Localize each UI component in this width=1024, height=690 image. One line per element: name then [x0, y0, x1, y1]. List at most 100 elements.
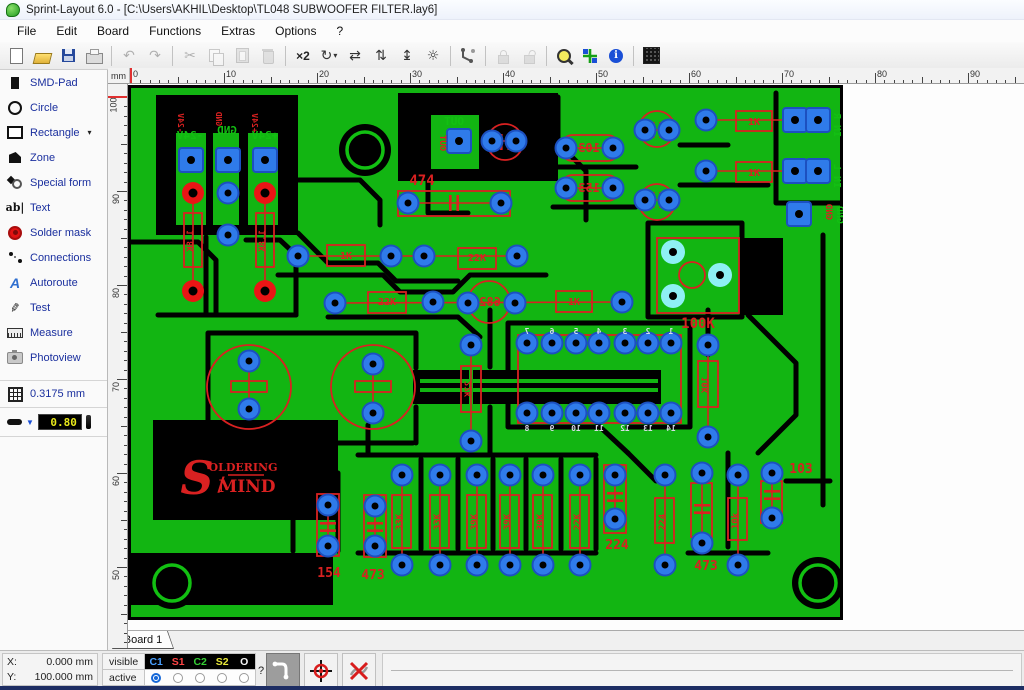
layer-s1-toggle[interactable]: S1 [167, 656, 189, 668]
toolbar-new-button[interactable] [4, 45, 28, 67]
app-icon [6, 3, 20, 17]
svg-text:39K: 39K [536, 513, 546, 530]
toolbar-unlock-button[interactable] [517, 45, 541, 67]
ruler-position-indicator [130, 68, 132, 83]
origin-button[interactable] [304, 653, 338, 688]
toolbar-delete-button[interactable] [256, 45, 280, 67]
layer-c1-radio[interactable] [151, 673, 161, 683]
toolbar-mirror-h-button[interactable]: ⇄ [343, 45, 367, 67]
svg-text:22K: 22K [464, 381, 474, 398]
toolbar-lock-button[interactable] [491, 45, 515, 67]
menu-bar: FileEditBoardFunctionsExtrasOptions? [0, 20, 1024, 42]
toolbar-separator [485, 46, 486, 66]
pcb-board[interactable]: -24VGND+24V-24VGND+24VOUTOUT4741031531K1… [128, 85, 843, 620]
dropdown-arrow-icon[interactable]: ▾ [333, 51, 337, 60]
redo-icon: ↷ [149, 48, 161, 64]
menu-functions[interactable]: Functions [140, 22, 210, 40]
x-label: X: [7, 655, 17, 670]
layers-help-link[interactable]: ? [258, 665, 264, 677]
tool-special-form[interactable]: Special form [0, 170, 107, 195]
toolbar-paste-button[interactable] [230, 45, 254, 67]
layer-s2-radio[interactable] [217, 673, 227, 683]
toolbar-cut-button[interactable]: ✂ [178, 45, 202, 67]
tool-circle[interactable]: Circle [0, 95, 107, 120]
svg-text:1K: 1K [568, 297, 580, 308]
toolbar-snap-button[interactable] [578, 45, 602, 67]
disable-rubberband-button[interactable] [342, 653, 376, 688]
layer-s1-radio[interactable] [173, 673, 183, 683]
track-width-value[interactable]: 0.80 [38, 414, 82, 430]
layer-c2-toggle[interactable]: C2 [189, 656, 211, 668]
toolbar-undo-button[interactable]: ↶ [117, 45, 141, 67]
layer-o-toggle[interactable]: O [233, 656, 255, 668]
toolbar-save-button[interactable] [56, 45, 80, 67]
zone-icon [7, 150, 23, 166]
tool-solder-mask[interactable]: Solder mask [0, 220, 107, 245]
track-mode-button[interactable] [266, 653, 300, 688]
menu-help[interactable]: ? [327, 22, 352, 40]
tool-rectangle[interactable]: Rectangle▾ [0, 120, 107, 145]
tool-zone[interactable]: Zone [0, 145, 107, 170]
toolbar-footprint-button[interactable] [639, 45, 663, 67]
menu-options[interactable]: Options [266, 22, 325, 40]
menu-board[interactable]: Board [88, 22, 138, 40]
track-width-dropdown-icon[interactable]: ▼ [26, 418, 34, 427]
window-bottom-edge [0, 686, 1024, 690]
layer-c1-toggle[interactable]: C1 [145, 656, 167, 668]
menu-edit[interactable]: Edit [47, 22, 86, 40]
lock-icon [498, 55, 509, 64]
layer-c2-radio[interactable] [195, 673, 205, 683]
layer-visibility-strip[interactable]: C1S1C2S2O [145, 654, 255, 670]
route-icon [459, 47, 477, 65]
toolbar-rotate-button[interactable]: ↻▾ [317, 45, 341, 67]
board-canvas[interactable]: -24VGND+24V-24VGND+24VOUTOUT4741031531K1… [128, 84, 1024, 630]
tool-label: Circle [30, 102, 58, 114]
tool-label: Special form [30, 177, 91, 189]
toolbar-open-button[interactable] [30, 45, 54, 67]
special-form-icon [7, 175, 23, 191]
tool-label: SMD-Pad [30, 77, 78, 89]
svg-text:224: 224 [658, 513, 668, 530]
tool-text[interactable]: ab|Text [0, 195, 107, 220]
layer-o-radio[interactable] [239, 673, 249, 683]
svg-text:153: 153 [578, 181, 600, 195]
toolbar-optimize-button[interactable]: ☼ [421, 45, 445, 67]
rectangle-dropdown-icon[interactable]: ▾ [88, 128, 92, 137]
track-width-stepper[interactable] [86, 415, 91, 429]
toolbar-copy-button[interactable] [204, 45, 228, 67]
svg-text:GND: GND [834, 206, 843, 224]
tool-label: Autoroute [30, 277, 78, 289]
tool-photoview[interactable]: Photoview [0, 345, 107, 370]
toolbar-route-button[interactable] [456, 45, 480, 67]
undo-icon: ↶ [123, 48, 135, 64]
toolbar-duplicate-button[interactable]: ×2 [291, 45, 315, 67]
crosshair-icon [309, 659, 333, 683]
tool-connections[interactable]: Connections [0, 245, 107, 270]
layer-s2-toggle[interactable]: S2 [211, 656, 233, 668]
tool-label: Text [30, 202, 50, 214]
menu-extras[interactable]: Extras [212, 22, 264, 40]
toolbar-info-button[interactable]: i [604, 45, 628, 67]
toolbar-flip-button[interactable]: ↨ [395, 45, 419, 67]
toolbar-mirror-v-button[interactable]: ⇅ [369, 45, 393, 67]
menu-file[interactable]: File [8, 22, 45, 40]
svg-text:GND: GND [214, 112, 223, 127]
svg-text:39K: 39K [503, 513, 513, 530]
svg-text:IN R: IN R [831, 112, 842, 137]
toolbar-print-button[interactable] [82, 45, 106, 67]
grid-setting[interactable]: 0.3175 mm [0, 380, 107, 408]
tool-measure[interactable]: Measure [0, 320, 107, 345]
tool-smd-pad[interactable]: SMD-Pad [0, 70, 107, 95]
track-width-setting[interactable]: ▼ 0.80 [0, 408, 107, 437]
tool-autoroute[interactable]: AAutoroute [0, 270, 107, 295]
tool-label: Solder mask [30, 227, 91, 239]
toolbar-zoom-button[interactable] [552, 45, 576, 67]
svg-text:+24V: +24V [250, 113, 259, 132]
tool-test[interactable]: ✎Test [0, 295, 107, 320]
toolbar-separator [546, 46, 547, 66]
tool-list: SMD-Pad Circle Rectangle▾Zone Special form a… [0, 70, 107, 370]
svg-text:103: 103 [578, 141, 600, 155]
toolbar-redo-button[interactable]: ↷ [143, 45, 167, 67]
measure-icon [7, 325, 23, 341]
duplicate-icon: ×2 [296, 49, 310, 63]
